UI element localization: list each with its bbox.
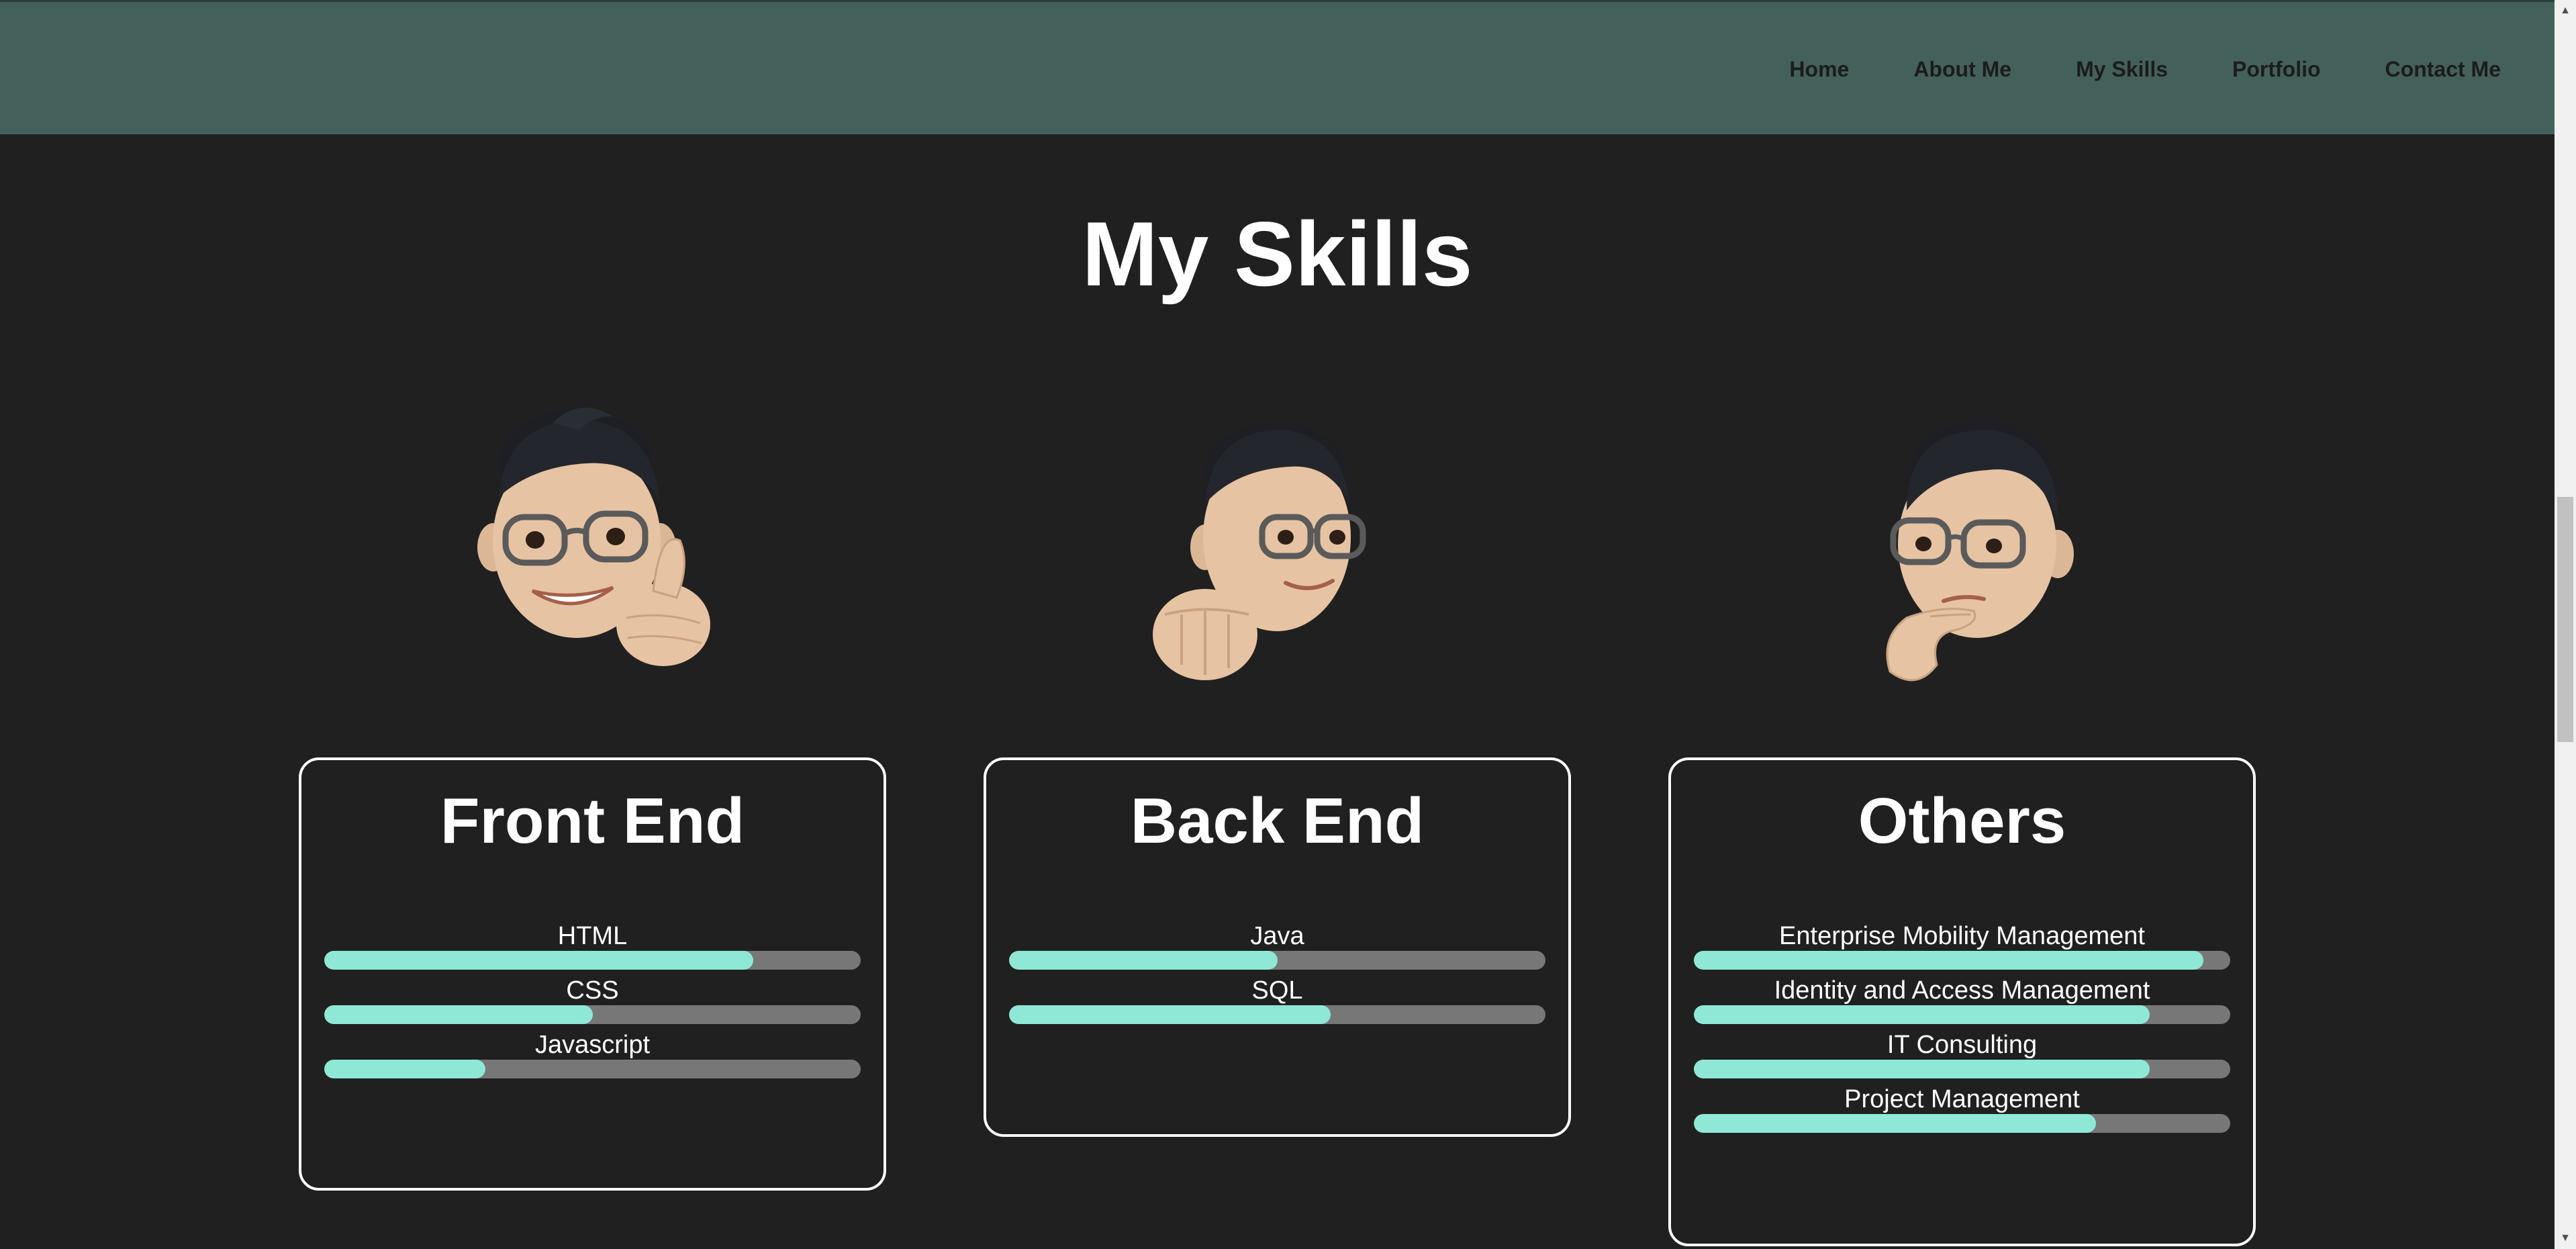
skill-progress-fill	[324, 1005, 593, 1025]
skill-progress-bar	[1694, 951, 2230, 970]
skill-item: IT Consulting	[1694, 1030, 2230, 1084]
nav-link-my-skills[interactable]: My Skills	[2044, 57, 2200, 82]
card-title: Front End	[440, 785, 745, 857]
skill-item: Enterprise Mobility Management	[1694, 921, 2230, 976]
skill-progress-bar	[1694, 1114, 2230, 1134]
skill-progress-fill	[1694, 1060, 2150, 1079]
skill-item: CSS	[324, 976, 861, 1030]
nav-link-contact-me[interactable]: Contact Me	[2353, 57, 2555, 82]
skill-name: Enterprise Mobility Management	[1779, 922, 2145, 951]
skill-list: Enterprise Mobility Management Identity …	[1694, 921, 2230, 1139]
skill-name: SQL	[1251, 976, 1303, 1005]
skill-progress-fill	[324, 1060, 485, 1079]
memoji-fist-bump-avatar	[1141, 410, 1410, 692]
skill-progress-fill	[324, 951, 754, 970]
scroll-down-arrow-icon[interactable]: ▼	[2555, 1228, 2576, 1249]
skill-card-front-end: Front End HTML CSS Javascript	[299, 757, 886, 1191]
memoji-thumbs-up-avatar	[459, 396, 727, 678]
skill-progress-bar	[1009, 1005, 1545, 1025]
skill-progress-fill	[1694, 1114, 2097, 1134]
skill-progress-bar	[1694, 1060, 2230, 1079]
card-title: Back End	[1130, 785, 1425, 857]
skill-item: Javascript	[324, 1030, 861, 1084]
skill-item: Java	[1009, 921, 1545, 976]
top-navbar: Home About Me My Skills Portfolio Contac…	[0, 0, 2555, 134]
nav-links: Home About Me My Skills Portfolio Contac…	[1757, 2, 2555, 136]
scrollbar-thumb[interactable]	[2557, 497, 2573, 742]
card-title: Others	[1858, 785, 2066, 857]
page-title: My Skills	[1082, 203, 1473, 305]
skill-name: Identity and Access Management	[1774, 976, 2150, 1005]
skill-name: HTML	[557, 922, 628, 951]
skill-name: Javascript	[534, 1031, 651, 1060]
nav-link-about-me[interactable]: About Me	[1881, 57, 2044, 82]
skill-progress-bar	[1009, 951, 1545, 970]
skill-item: Identity and Access Management	[1694, 976, 2230, 1030]
memoji-thinking-avatar	[1843, 410, 2111, 692]
scroll-up-arrow-icon[interactable]: ▲	[2555, 0, 2576, 21]
skill-name: IT Consulting	[1887, 1031, 2038, 1060]
skill-list: HTML CSS Javascript	[324, 921, 861, 1084]
page: Home About Me My Skills Portfolio Contac…	[0, 0, 2576, 1249]
skill-item: SQL	[1009, 976, 1545, 1030]
skill-item: HTML	[324, 921, 861, 976]
skill-progress-bar	[324, 951, 861, 970]
skill-progress-fill	[1694, 951, 2204, 970]
skill-card-others: Others Enterprise Mobility Management Id…	[1668, 757, 2256, 1246]
skill-progress-bar	[324, 1005, 861, 1025]
skill-name: Project Management	[1844, 1085, 2080, 1114]
skill-progress-fill	[1009, 1005, 1331, 1025]
page-scrollbar[interactable]: ▲ ▼	[2555, 0, 2576, 1249]
skill-item: Project Management	[1694, 1084, 2230, 1139]
skill-name: Java	[1250, 922, 1304, 951]
skill-progress-fill	[1694, 1005, 2150, 1025]
skill-name: CSS	[566, 976, 619, 1005]
skill-card-back-end: Back End Java SQL	[984, 757, 1571, 1137]
skill-list: Java SQL	[1009, 921, 1545, 1030]
nav-link-home[interactable]: Home	[1757, 57, 1881, 82]
skill-progress-bar	[324, 1060, 861, 1079]
skill-progress-bar	[1694, 1005, 2230, 1025]
skill-progress-fill	[1009, 951, 1278, 970]
nav-link-portfolio[interactable]: Portfolio	[2200, 57, 2353, 82]
